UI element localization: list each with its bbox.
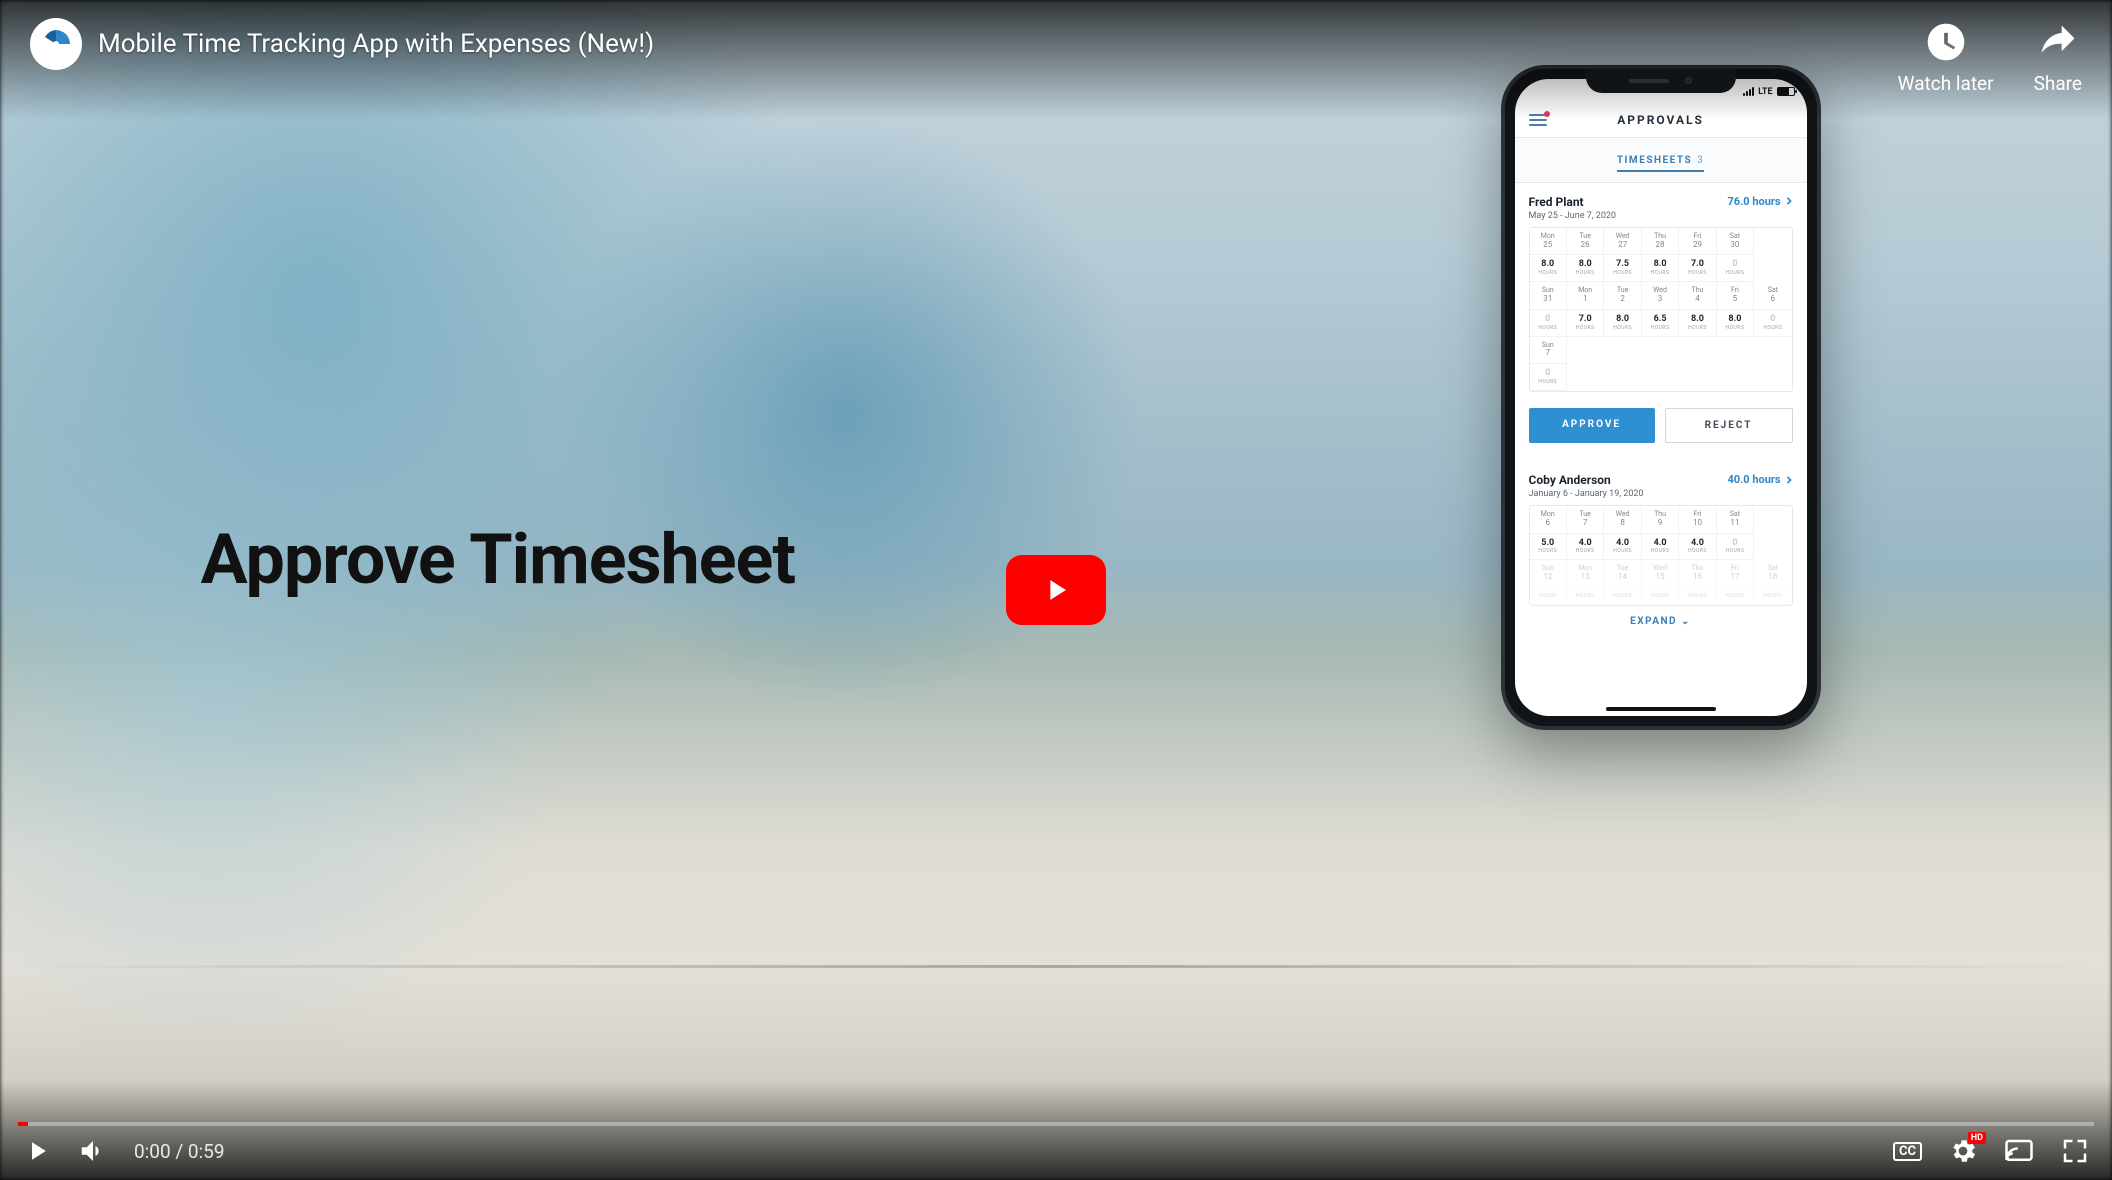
- timesheet-card: Fred Plant May 25 - June 7, 2020 76.0 hour…: [1515, 183, 1807, 443]
- play-button[interactable]: [1006, 555, 1106, 625]
- watch-later-button[interactable]: Watch later: [1898, 18, 1994, 95]
- home-indicator: [1606, 707, 1716, 711]
- clock-icon: [1922, 18, 1970, 66]
- settings-button[interactable]: HD: [1948, 1136, 1978, 1166]
- menu-icon[interactable]: [1529, 114, 1547, 126]
- expand-button[interactable]: EXPAND ⌄: [1529, 606, 1793, 637]
- video-title[interactable]: Mobile Time Tracking App with Expenses (…: [98, 29, 654, 59]
- hours-grid: Mon6Tue7Wed8Thu9Fri10Sat115.0HOURS4.0HOU…: [1529, 505, 1793, 606]
- approve-button[interactable]: APPROVE: [1529, 408, 1655, 443]
- phone-notch: [1586, 69, 1736, 93]
- date-range: May 25 - June 7, 2020: [1529, 211, 1616, 221]
- app-title: APPROVALS: [1617, 113, 1704, 127]
- share-button[interactable]: Share: [2034, 18, 2082, 95]
- total-hours-link[interactable]: 40.0 hours: [1727, 473, 1792, 486]
- reject-button[interactable]: REJECT: [1665, 408, 1793, 443]
- fullscreen-button[interactable]: [2060, 1136, 2090, 1166]
- watch-later-label: Watch later: [1898, 72, 1994, 95]
- cc-button[interactable]: CC: [1893, 1142, 1922, 1161]
- tab-label: TIMESHEETS: [1617, 155, 1692, 166]
- tab-bar: TIMESHEETS 3: [1515, 137, 1807, 183]
- time-display: 0:00 / 0:59: [134, 1140, 225, 1163]
- channel-avatar[interactable]: [30, 18, 82, 70]
- volume-control[interactable]: [78, 1136, 108, 1166]
- tab-count: 3: [1697, 155, 1704, 166]
- cast-button[interactable]: [2004, 1136, 2034, 1166]
- employee-name: Fred Plant: [1529, 195, 1616, 209]
- employee-name: Coby Anderson: [1529, 473, 1644, 487]
- timesheet-card: Coby Anderson January 6 - January 19, 202…: [1515, 461, 1807, 637]
- progress-bar[interactable]: [18, 1122, 2094, 1126]
- desk-horizon: [0, 965, 2112, 968]
- date-range: January 6 - January 19, 2020: [1529, 489, 1644, 499]
- phone-mockup: LTE APPROVALS TIMESHEETS 3 Fred PlantMay…: [1501, 65, 1821, 730]
- phone-screen: LTE APPROVALS TIMESHEETS 3 Fred PlantMay…: [1515, 79, 1807, 716]
- hours-grid: Mon25Tue26Wed27Thu28Fri29Sat308.0HOURS8.…: [1529, 227, 1793, 392]
- tab-timesheets[interactable]: TIMESHEETS 3: [1617, 155, 1704, 172]
- share-icon: [2034, 18, 2082, 66]
- share-label: Share: [2034, 72, 2082, 95]
- frame-heading: Approve Timesheet: [201, 519, 795, 601]
- total-hours-link[interactable]: 76.0 hours: [1727, 195, 1792, 208]
- video-player[interactable]: Approve Timesheet LTE APPROVALS: [0, 0, 2112, 1180]
- play-control[interactable]: [22, 1136, 52, 1166]
- hd-badge: HD: [1968, 1132, 1986, 1144]
